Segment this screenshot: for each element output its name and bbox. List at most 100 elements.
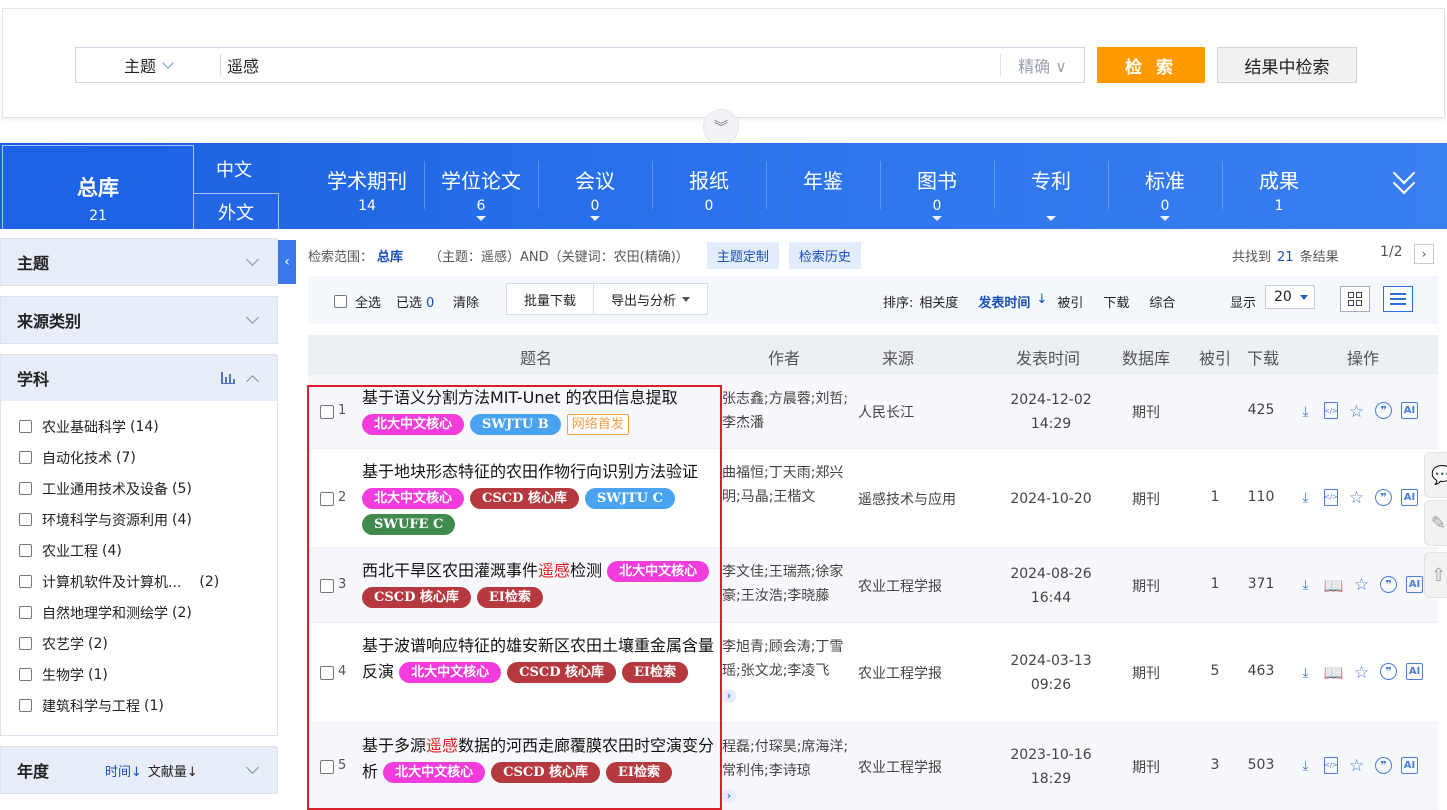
favorite-star-icon[interactable]: ☆ [1352,663,1371,683]
ai-assist-icon[interactable]: AI [1401,402,1418,419]
html-read-icon[interactable]: </> [1324,488,1338,506]
search-input[interactable] [221,55,1000,75]
subject-item[interactable]: 自然地理学和测绘学 (2) [19,597,277,628]
col-download[interactable]: 下载 [1247,345,1279,369]
cite-quote-icon[interactable]: ❞ [1380,575,1397,593]
result-authors[interactable]: 程磊;付琛昊;席海洋;常利伟;李诗琼 › [722,735,850,807]
subject-checkbox[interactable] [19,668,32,681]
result-authors[interactable]: 曲福恒;丁天雨;郑兴明;马晶;王楷文 [722,461,850,509]
subject-item[interactable]: 农业基础科学 (14) [19,411,277,442]
tab-total-library[interactable]: 总库 21 [2,145,194,229]
row-checkbox[interactable] [320,666,334,680]
result-title[interactable]: 基于波谱响应特征的雄安新区农田土壤重金属含量反演 北大中文核心 CSCD 核心库 E… [362,633,718,685]
subject-item[interactable]: 农艺学 (2) [19,628,277,659]
filter-group-header[interactable]: 年度 时间↓ 文献量↓ [1,747,277,793]
sort-date[interactable]: 发表时间 [978,292,1030,311]
tab-db-5[interactable]: 图书 0 [880,165,994,221]
html-read-icon[interactable]: </> [1324,756,1338,774]
sort-cited[interactable]: 被引 [1057,292,1083,311]
year-sort-time[interactable]: 时间↓ [105,765,142,780]
row-checkbox[interactable] [320,405,334,419]
sort-overall[interactable]: 综合 [1149,292,1175,311]
download-icon[interactable]: ⤓ [1296,663,1315,682]
result-source[interactable]: 农业工程学报 [858,576,942,596]
row-checkbox[interactable] [320,578,334,593]
html-read-icon[interactable]: </> [1324,402,1338,419]
batch-download-button[interactable]: 批量下载 [506,283,594,315]
more-authors-icon[interactable]: › [722,689,736,703]
back-to-top-icon[interactable]: ⇧ [1424,552,1447,598]
result-cited[interactable]: 1 [1198,576,1232,592]
search-history-button[interactable]: 检索历史 [788,241,861,269]
result-authors[interactable]: 李旭青;顾会涛;丁雪瑶;张文龙;李凌飞 › [722,635,850,707]
result-title[interactable]: 西北干旱区农田灌溉事件遥感检测 北大中文核心 CSCD 核心库 EI检索 [362,558,718,610]
result-authors[interactable]: 李文佳;王瑞燕;徐家豪;王汝浩;李晓藤 [722,560,850,608]
favorite-star-icon[interactable]: ☆ [1347,402,1366,422]
result-title[interactable]: 基于地块形态特征的农田作物行向识别方法验证 北大中文核心 CSCD 核心库 SWJT… [362,459,718,537]
subject-checkbox[interactable] [19,513,32,526]
subject-item[interactable]: 生物学 (1) [19,659,277,690]
subject-checkbox[interactable] [19,699,32,712]
year-sort-count[interactable]: 文献量↓ [148,765,198,780]
result-authors[interactable]: 张志鑫;方晨蓉;刘哲;李杰潘 [722,387,850,435]
subject-item[interactable]: 环境科学与资源利用 (4) [19,504,277,535]
download-icon[interactable]: ⤓ [1296,402,1315,421]
row-checkbox[interactable] [320,491,334,506]
download-icon[interactable]: ⤓ [1296,757,1315,776]
col-cited[interactable]: 被引 [1199,345,1231,369]
tab-db-0[interactable]: 学术期刊 14 [310,165,424,214]
export-analyze-button[interactable]: 导出与分析 [593,283,708,315]
lang-chinese-tab[interactable]: 中文 [193,145,275,193]
select-all-checkbox[interactable] [334,295,347,308]
cite-quote-icon[interactable]: ❞ [1375,402,1392,419]
custom-topic-button[interactable]: 主题定制 [706,241,779,269]
result-cited[interactable]: 1 [1198,489,1232,505]
subject-item[interactable]: 计算机软件及计算机... (2) [19,566,277,597]
expand-search-icon[interactable]: ︾ [703,109,739,145]
download-icon[interactable]: ⤓ [1296,576,1315,595]
lang-foreign-tab[interactable]: 外文 [193,193,279,229]
favorite-star-icon[interactable]: ☆ [1347,488,1366,508]
ai-assist-icon[interactable]: AI [1401,488,1418,506]
more-authors-icon[interactable]: › [722,789,736,803]
subject-checkbox[interactable] [19,420,32,433]
feedback-icon[interactable]: 💬 [1424,452,1447,498]
tab-db-3[interactable]: 报纸 0 [652,165,766,214]
cite-quote-icon[interactable]: ❞ [1380,663,1397,680]
result-cited[interactable]: 5 [1198,663,1232,679]
search-button[interactable]: 检 索 [1097,47,1205,83]
cite-quote-icon[interactable]: ❞ [1375,756,1392,774]
tab-db-4[interactable]: 年鉴 [766,165,880,214]
result-source[interactable]: 农业工程学报 [858,757,942,777]
subject-checkbox[interactable] [19,482,32,495]
col-date[interactable]: 发表时间 [1016,345,1080,369]
row-checkbox[interactable] [320,759,334,774]
tab-db-6[interactable]: 专利 [994,165,1108,221]
subject-checkbox[interactable] [19,544,32,557]
filter-group-header[interactable]: 学科 [1,355,277,401]
subject-item[interactable]: 自动化技术 (7) [19,442,277,473]
subject-checkbox[interactable] [19,575,32,588]
result-source[interactable]: 遥感技术与应用 [858,489,956,509]
result-title[interactable]: 基于语义分割方法MIT-Unet 的农田信息提取 北大中文核心 SWJTU B 网络… [362,385,718,437]
subject-checkbox[interactable] [19,637,32,650]
cite-quote-icon[interactable]: ❞ [1375,488,1392,506]
subject-checkbox[interactable] [19,451,32,464]
result-source[interactable]: 人民长江 [858,402,914,422]
result-title[interactable]: 基于多源遥感数据的河西走廊覆膜农田时空演变分析 北大中文核心 CSCD 核心库 EI… [362,733,718,785]
result-cited[interactable]: 3 [1198,757,1232,773]
tab-db-2[interactable]: 会议 0 [538,165,652,221]
next-page-button[interactable]: › [1414,244,1434,264]
filter-group-header[interactable]: 主题 [1,239,277,285]
read-book-icon[interactable]: 📖 [1324,576,1344,595]
bar-chart-icon[interactable] [221,372,235,384]
sort-download[interactable]: 下载 [1103,292,1129,311]
sort-relevance[interactable]: 相关度 [919,292,958,311]
collapse-panel-button[interactable]: ‹ [278,240,296,284]
download-icon[interactable]: ⤓ [1296,489,1315,508]
edit-icon[interactable]: ✎ [1424,500,1447,546]
ai-assist-icon[interactable]: AI [1406,575,1423,593]
select-all[interactable]: 全选 [334,292,381,311]
favorite-star-icon[interactable]: ☆ [1347,756,1366,776]
favorite-star-icon[interactable]: ☆ [1352,575,1371,595]
